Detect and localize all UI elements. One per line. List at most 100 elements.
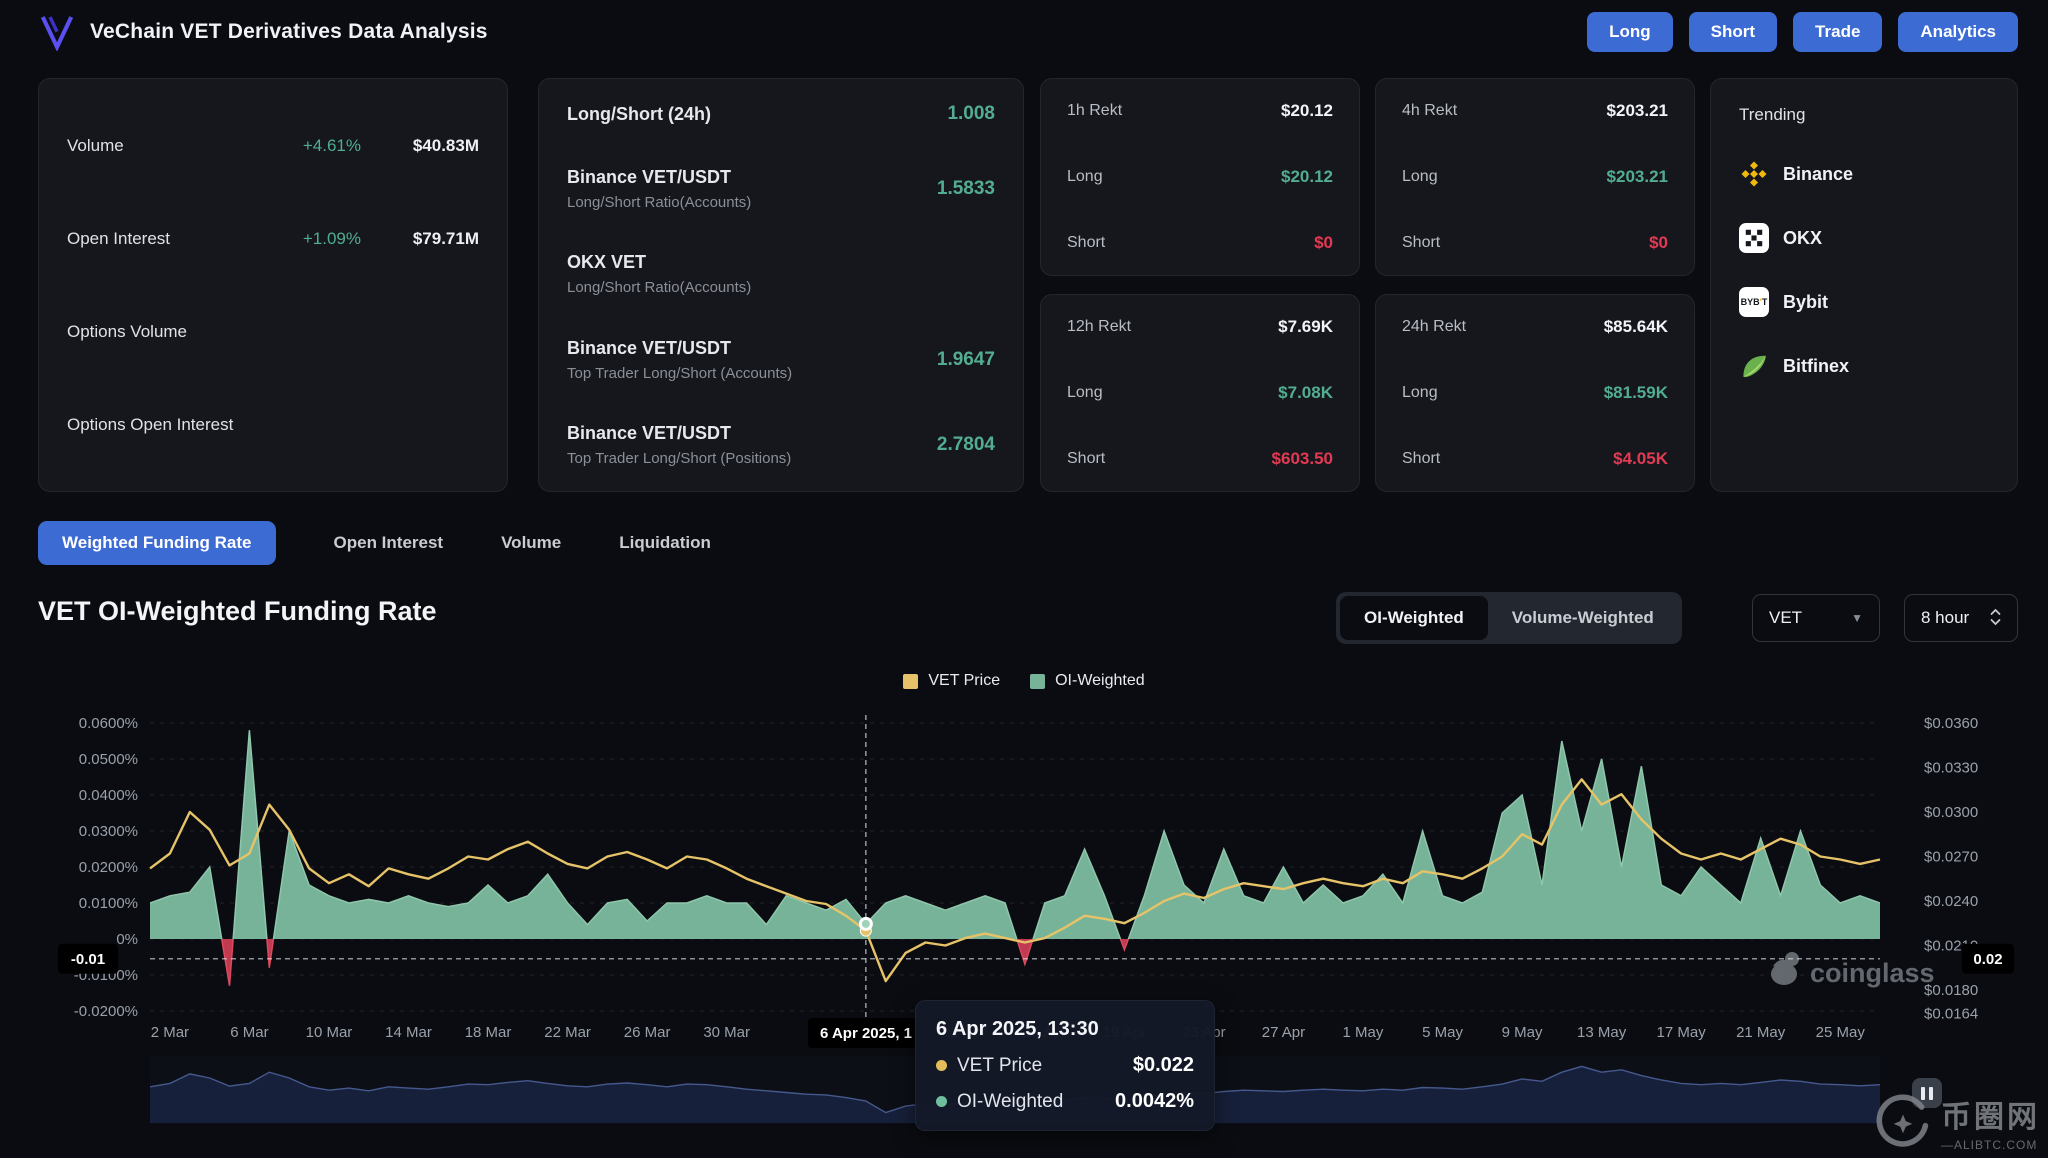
- trending-item-bitfinex[interactable]: Bitfinex: [1739, 351, 1989, 381]
- chart-tabs: Weighted Funding Rate Open Interest Volu…: [38, 518, 711, 568]
- trending-card: Trending Binance OKX BYB'T: [1710, 78, 2018, 492]
- short-button[interactable]: Short: [1689, 12, 1777, 52]
- rekt-12h-card: 12h Rekt$7.69K Long$7.08K Short$603.50: [1040, 294, 1360, 492]
- section-title: VET OI-Weighted Funding Rate: [38, 596, 437, 627]
- svg-text:$0.0164: $0.0164: [1924, 1006, 1978, 1023]
- trending-item-binance[interactable]: Binance: [1739, 159, 1989, 189]
- svg-text:$0.0270: $0.0270: [1924, 848, 1978, 865]
- trending-title: Trending: [1739, 105, 1989, 125]
- svg-text:0.0400%: 0.0400%: [79, 787, 138, 804]
- options-volume-label: Options Volume: [67, 322, 479, 342]
- rekt-1h-card: 1h Rekt$20.12 Long$20.12 Short$0: [1040, 78, 1360, 276]
- svg-text:0%: 0%: [116, 931, 138, 948]
- svg-text:22 Mar: 22 Mar: [544, 1024, 591, 1041]
- svg-text:30 Mar: 30 Mar: [703, 1024, 750, 1041]
- rekt-4h-card: 4h Rekt$203.21 Long$203.21 Short$0: [1375, 78, 1695, 276]
- svg-text:10 Mar: 10 Mar: [306, 1024, 353, 1041]
- svg-text:9 May: 9 May: [1502, 1024, 1543, 1041]
- ls-24h-value: 1.008: [947, 103, 995, 125]
- trending-item-okx[interactable]: OKX: [1739, 223, 1989, 253]
- svg-text:2 Mar: 2 Mar: [151, 1024, 189, 1041]
- oi-weighted-swatch: [1030, 674, 1045, 689]
- oi-weighted-dot-icon: [936, 1096, 947, 1107]
- svg-text:21 May: 21 May: [1736, 1024, 1786, 1041]
- tab-weighted-funding-rate[interactable]: Weighted Funding Rate: [38, 521, 276, 565]
- svg-text:25 May: 25 May: [1816, 1024, 1866, 1041]
- binance-top-trader-positions-row: Binance VET/USDT Top Trader Long/Short (…: [567, 423, 995, 467]
- svg-text:13 May: 13 May: [1577, 1024, 1627, 1041]
- header-actions: Long Short Trade Analytics: [1587, 12, 2018, 52]
- svg-text:14 Mar: 14 Mar: [385, 1024, 432, 1041]
- svg-text:6 Mar: 6 Mar: [230, 1024, 268, 1041]
- svg-text:0.0500%: 0.0500%: [79, 751, 138, 768]
- open-interest-value: $79.71M: [361, 229, 479, 249]
- svg-text:1 May: 1 May: [1343, 1024, 1384, 1041]
- updown-spinner-icon: [1990, 607, 2001, 630]
- tab-liquidation[interactable]: Liquidation: [619, 533, 711, 553]
- volume-label: Volume: [67, 136, 256, 156]
- volume-row: Volume +4.61% $40.83M: [67, 136, 479, 156]
- options-open-interest-row: Options Open Interest: [67, 415, 479, 435]
- pair-select[interactable]: VET ▼: [1752, 594, 1880, 642]
- site-watermark-url: —ALIBTC.COM: [1941, 1138, 2037, 1152]
- svg-text:18 Mar: 18 Mar: [465, 1024, 512, 1041]
- open-interest-row: Open Interest +1.09% $79.71M: [67, 229, 479, 249]
- legend-oi-weighted[interactable]: OI-Weighted: [1030, 672, 1145, 690]
- options-volume-row: Options Volume: [67, 322, 479, 342]
- svg-text:coinglass: coinglass: [1810, 958, 1935, 988]
- open-interest-change: +1.09%: [256, 229, 361, 249]
- weighting-toggle: OI-Weighted Volume-Weighted: [1336, 592, 1682, 644]
- volume-change: +4.61%: [256, 136, 361, 156]
- svg-text:6 Apr 2025, 1: 6 Apr 2025, 1: [820, 1025, 912, 1042]
- tooltip-date: 6 Apr 2025, 13:30: [936, 1018, 1194, 1041]
- rekt-24h-card: 24h Rekt$85.64K Long$81.59K Short$4.05K: [1375, 294, 1695, 492]
- market-overview-card: Volume +4.61% $40.83M Open Interest +1.0…: [38, 78, 508, 492]
- tab-open-interest[interactable]: Open Interest: [334, 533, 444, 553]
- ls-24h-label: Long/Short (24h): [567, 104, 711, 125]
- volume-value: $40.83M: [361, 136, 479, 156]
- binance-top-trader-accounts-row: Binance VET/USDT Top Trader Long/Short (…: [567, 338, 995, 382]
- okx-icon: [1739, 223, 1769, 253]
- toggle-oi-weighted[interactable]: OI-Weighted: [1340, 596, 1488, 640]
- tab-volume[interactable]: Volume: [501, 533, 561, 553]
- vet-price-dot-icon: [936, 1060, 947, 1071]
- binance-ls-accounts-row: Binance VET/USDT Long/Short Ratio(Accoun…: [567, 167, 995, 211]
- app-header: VeChain VET Derivatives Data Analysis Lo…: [0, 0, 2048, 64]
- site-watermark-text: 币圈网: [1941, 1092, 2040, 1136]
- svg-text:0.0200%: 0.0200%: [79, 859, 138, 876]
- svg-text:-0.0200%: -0.0200%: [74, 1003, 138, 1020]
- legend-vet-price[interactable]: VET Price: [903, 672, 1000, 690]
- site-watermark-logo-icon: [1875, 1094, 1931, 1150]
- site-watermark: 币圈网 —ALIBTC.COM: [1875, 1092, 2040, 1152]
- svg-text:5 May: 5 May: [1422, 1024, 1463, 1041]
- svg-text:0.02: 0.02: [1973, 951, 2002, 968]
- tooltip-row-price: VET Price $0.022: [936, 1054, 1194, 1077]
- chart-legend: VET Price OI-Weighted: [0, 672, 2048, 690]
- trade-button[interactable]: Trade: [1793, 12, 1882, 52]
- svg-text:$0.0360: $0.0360: [1924, 715, 1978, 732]
- okx-ls-accounts-row: OKX VET Long/Short Ratio(Accounts): [567, 252, 995, 296]
- page-title: VeChain VET Derivatives Data Analysis: [90, 20, 488, 44]
- svg-text:0.0100%: 0.0100%: [79, 895, 138, 912]
- vet-price-swatch: [903, 674, 918, 689]
- tooltip-row-funding: OI-Weighted 0.0042%: [936, 1090, 1194, 1113]
- vechain-logo-icon: [38, 13, 76, 51]
- svg-text:$0.0240: $0.0240: [1924, 893, 1978, 910]
- chevron-down-icon: ▼: [1851, 611, 1863, 625]
- options-open-interest-label: Options Open Interest: [67, 415, 479, 435]
- svg-text:0.0300%: 0.0300%: [79, 823, 138, 840]
- ls-24h-row: Long/Short (24h) 1.008: [567, 103, 995, 125]
- svg-text:27 Apr: 27 Apr: [1262, 1024, 1305, 1041]
- trending-item-bybit[interactable]: BYB'T Bybit: [1739, 287, 1989, 317]
- long-short-card: Long/Short (24h) 1.008 Binance VET/USDT …: [538, 78, 1024, 492]
- interval-select[interactable]: 8 hour: [1904, 594, 2018, 642]
- bitfinex-icon: [1739, 351, 1769, 381]
- analytics-button[interactable]: Analytics: [1898, 12, 2018, 52]
- svg-text:0.0600%: 0.0600%: [79, 715, 138, 732]
- svg-text:$0.0330: $0.0330: [1924, 759, 1978, 776]
- open-interest-label: Open Interest: [67, 229, 256, 249]
- svg-text:$0.0300: $0.0300: [1924, 804, 1978, 821]
- toggle-volume-weighted[interactable]: Volume-Weighted: [1488, 596, 1678, 640]
- bybit-icon: BYB'T: [1739, 287, 1769, 317]
- long-button[interactable]: Long: [1587, 12, 1673, 52]
